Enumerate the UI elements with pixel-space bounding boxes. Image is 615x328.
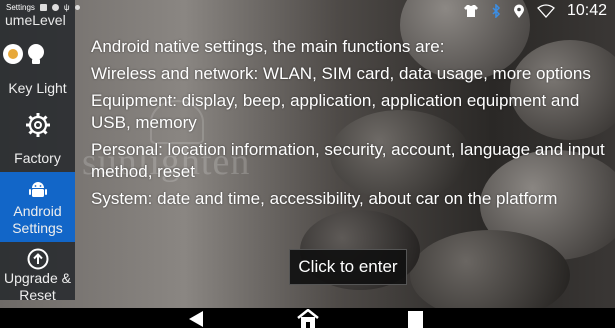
shirt-icon — [463, 5, 478, 17]
bluetooth-icon — [492, 4, 501, 18]
toggle-indicator-icon[interactable] — [3, 44, 23, 64]
sidebar-item-upgrade-reset[interactable]: Upgrade & Reset — [0, 248, 75, 300]
location-icon — [513, 4, 524, 18]
image-notification-icon — [39, 4, 47, 11]
sidebar-item-label: Android Settings — [12, 203, 63, 236]
status-right: 10:42 — [463, 2, 607, 20]
dot-notification-icon — [74, 5, 80, 10]
click-to-enter-button[interactable]: Click to enter — [289, 249, 407, 285]
settings-description: Android native settings, the main functi… — [91, 36, 611, 215]
navigation-bar — [0, 308, 615, 328]
status-bar: Settings ψ 10:42 — [0, 0, 615, 26]
status-app-label: Settings — [6, 3, 35, 12]
recents-square-icon[interactable] — [407, 310, 425, 328]
sidebar-item-key-light[interactable]: Key Light — [0, 80, 75, 97]
android-icon — [28, 182, 47, 197]
sidebar-item-label: Upgrade & Reset — [4, 270, 71, 300]
settings-notification-icon — [51, 4, 59, 11]
back-triangle-icon[interactable] — [188, 310, 204, 328]
clock: 10:42 — [566, 2, 607, 19]
upgrade-arrow-icon — [27, 248, 48, 270]
description-line: Wireless and network: WLAN, SIM card, da… — [91, 64, 591, 83]
sidebar-item-factory[interactable]: Factory — [0, 112, 75, 170]
description-line: System: date and time, accessibility, ab… — [91, 189, 558, 208]
bulb-icon — [28, 44, 44, 64]
sidebar-item-android-settings[interactable]: Android Settings — [0, 172, 75, 242]
description-line: Personal: location information, security… — [91, 140, 605, 181]
sidebar-item-label: Key Light — [8, 80, 67, 96]
sidebar: umeLevel Key Light Factory Android Setti… — [0, 0, 75, 300]
sidebar-item-label: Factory — [14, 150, 61, 166]
gear-icon — [25, 113, 50, 137]
description-line: Android native settings, the main functi… — [91, 37, 445, 56]
home-icon[interactable] — [297, 309, 319, 328]
wifi-icon — [536, 4, 555, 18]
usb-icon: ψ — [63, 3, 70, 12]
description-line: Equipment: display, beep, application, a… — [91, 91, 580, 132]
status-left: Settings ψ — [6, 3, 80, 12]
